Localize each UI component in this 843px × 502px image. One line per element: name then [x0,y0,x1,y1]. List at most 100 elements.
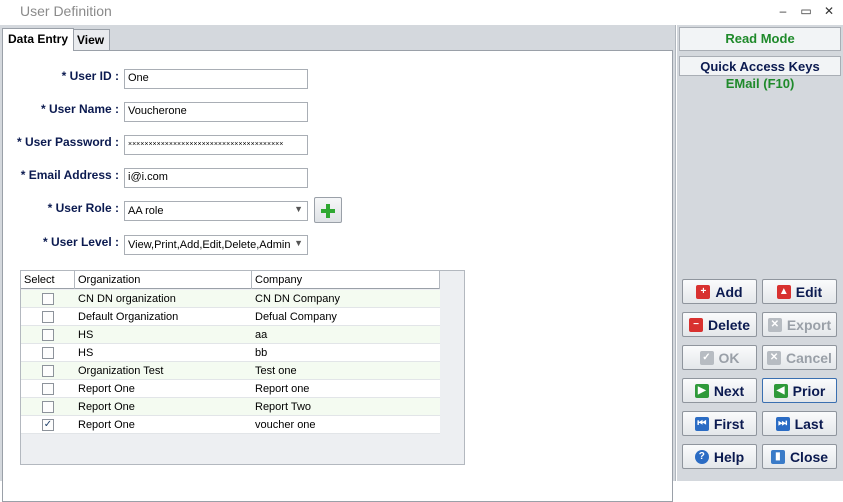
export-icon: ✕ [767,317,782,332]
export-button[interactable]: ✕ Export [762,312,837,337]
organization-cell: Report One [78,419,135,431]
select-cell [21,308,75,326]
prior-icon: ◀ [773,383,788,398]
user-role-label: * User Role : [47,201,119,215]
organization-cell: Report One [78,383,135,395]
user-id-label: * User ID : [61,69,119,83]
organization-cell: Report One [78,401,135,413]
select-cell: ✓ [21,416,75,434]
company-cell: Report one [255,383,310,395]
header-organization[interactable]: Organization [75,271,252,289]
edit-button-label: Edit [795,283,823,300]
company-cell: Report Two [255,401,312,413]
next-icon: ▶ [694,383,709,398]
row-checkbox[interactable] [42,383,54,395]
first-button[interactable]: ⏮ First [682,411,757,436]
add-button-label: Add [715,283,743,300]
company-cell: aa [255,329,268,341]
table-row[interactable]: ✓ Report One voucher one [21,416,440,434]
help-button[interactable]: ? Help [682,444,757,469]
quick-access-title: Quick Access Keys [679,56,841,76]
tab-data-entry[interactable]: Data Entry [2,28,75,51]
table-row[interactable]: Report One Report one [21,380,440,398]
user-id-field[interactable]: One [124,69,308,89]
email-address-field[interactable]: i@i.com [124,168,308,188]
organization-cell: Organization Test [78,365,164,377]
user-password-label: * User Password : [16,135,119,149]
add-button[interactable]: + Add [682,279,757,304]
table-row[interactable]: HS aa [21,326,440,344]
maximize-button[interactable]: ▭ [798,3,814,19]
prior-button[interactable]: ◀ Prior [762,378,837,403]
chevron-down-icon: ▼ [294,238,303,248]
close-button[interactable]: ▮ Close [762,444,837,469]
edit-icon: ▲ [776,284,791,299]
delete-icon: − [688,317,703,332]
user-role-select[interactable]: AA role ▼ [124,201,308,221]
table-row[interactable]: Default Organization Defual Company [21,308,440,326]
user-password-field[interactable]: ×××××××××××××××××××××××××××××××××××××× [124,135,308,155]
chevron-down-icon: ▼ [294,204,303,214]
organization-cell: HS [78,347,94,359]
cancel-icon: ✕ [767,350,782,365]
check-icon: ✓ [699,350,714,365]
cancel-button[interactable]: ✕ Cancel [762,345,837,370]
company-cell: CN DN Company [255,293,340,305]
row-checkbox[interactable] [42,329,54,341]
delete-button-label: Delete [707,316,751,333]
select-cell [21,290,75,308]
row-checkbox[interactable] [42,293,54,305]
select-cell [21,362,75,380]
title-bar: User Definition – ▭ ✕ [0,0,843,24]
close-button-label: Close [789,448,829,465]
grid-header: Select Organization Company [21,271,440,289]
data-entry-pane: * User ID : One * User Name : Voucherone… [2,50,673,502]
organization-grid: Select Organization Company CN DN organi… [20,270,465,465]
quick-access-email[interactable]: EMail (F10) [679,76,841,94]
next-button[interactable]: ▶ Next [682,378,757,403]
select-cell [21,398,75,416]
tab-data-entry-label: Data Entry [8,32,69,46]
email-address-label: * Email Address : [20,168,119,182]
export-button-label: Export [786,316,832,333]
main-panel: Data Entry View * User ID : One * User N… [0,25,676,502]
row-checkbox[interactable]: ✓ [42,419,54,431]
side-panel: Read Mode Quick Access Keys EMail (F10) … [677,25,843,481]
select-cell [21,326,75,344]
first-icon: ⏮ [694,416,709,431]
cancel-button-label: Cancel [786,349,832,366]
next-button-label: Next [713,382,745,399]
close-window-button[interactable]: ✕ [821,3,837,19]
table-row[interactable]: Report One Report Two [21,398,440,416]
table-row[interactable]: CN DN organization CN DN Company [21,290,440,308]
organization-cell: HS [78,329,94,341]
edit-button[interactable]: ▲ Edit [762,279,837,304]
user-level-select[interactable]: View,Print,Add,Edit,Delete,Admin ▼ [124,235,308,255]
table-row[interactable]: Organization Test Test one [21,362,440,380]
minimize-button[interactable]: – [775,3,791,19]
user-level-label: * User Level : [42,235,119,249]
user-name-label: * User Name : [40,102,119,116]
user-name-field[interactable]: Voucherone [124,102,308,122]
company-cell: voucher one [255,419,316,431]
delete-button[interactable]: − Delete [682,312,757,337]
company-cell: Defual Company [255,311,337,323]
last-icon: ⏭ [775,416,790,431]
add-role-button[interactable] [314,197,342,223]
row-checkbox[interactable] [42,347,54,359]
first-button-label: First [713,415,745,432]
last-button[interactable]: ⏭ Last [762,411,837,436]
header-select[interactable]: Select [21,271,75,289]
tab-view[interactable]: View [71,29,111,50]
row-checkbox[interactable] [42,311,54,323]
add-icon: + [696,284,711,299]
table-row[interactable]: HS bb [21,344,440,362]
tab-view-label: View [77,33,105,47]
ok-button[interactable]: ✓ OK [682,345,757,370]
header-company[interactable]: Company [252,271,440,289]
prior-button-label: Prior [792,382,826,399]
ok-button-label: OK [718,349,740,366]
row-checkbox[interactable] [42,365,54,377]
organization-cell: CN DN organization [78,293,176,305]
row-checkbox[interactable] [42,401,54,413]
